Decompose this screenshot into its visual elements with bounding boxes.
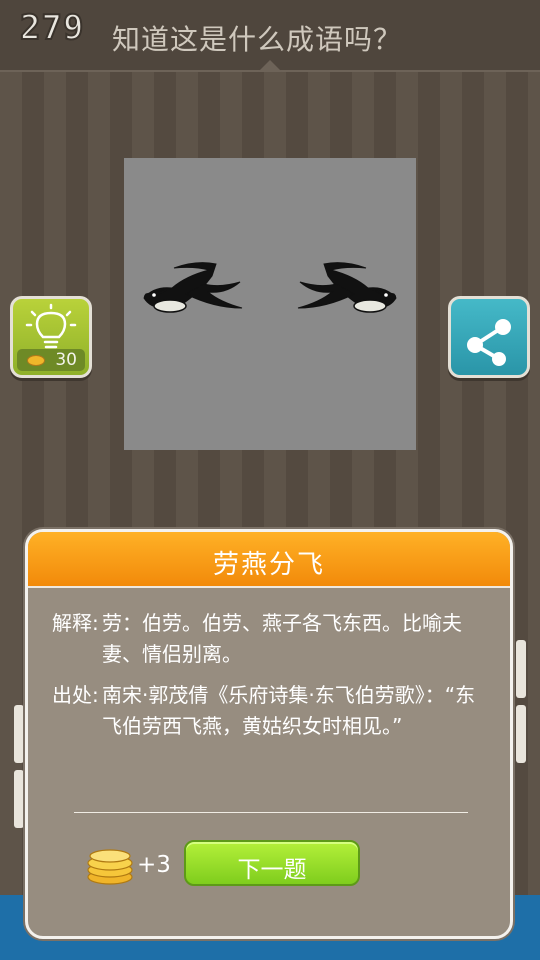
background-tab-right (516, 640, 526, 698)
background-tab-left (14, 770, 24, 828)
share-button[interactable] (448, 296, 530, 378)
share-icon (467, 319, 511, 366)
question-prompt: 知道这是什么成语吗？ (112, 23, 403, 56)
level-number: 279 (19, 7, 85, 49)
coin-stack-icon (87, 849, 133, 885)
right-swallow (297, 262, 397, 313)
puzzle-image (124, 158, 416, 450)
source-label: 出处: (52, 683, 99, 707)
next-question-button[interactable]: 下一题 (184, 840, 360, 886)
top-bar: 279 知道这是什么成语吗？ (0, 0, 540, 72)
background-tab-left (14, 705, 24, 763)
left-swallow (143, 262, 243, 313)
dialog-divider (74, 812, 468, 813)
source-text: 南宋·郭茂倩《乐府诗集·东飞伯劳歌》：“东飞伯劳西飞燕，黄姑织女时相见。” (102, 683, 476, 738)
swallows-illustration (143, 262, 397, 313)
background-tab-right (516, 705, 526, 763)
header-pointer (258, 60, 282, 72)
idiom-answer: 劳燕分飞 (212, 550, 325, 580)
definition-label: 解释: (52, 611, 99, 635)
hint-button[interactable]: 30 (10, 296, 92, 378)
definition-text: 劳：伯劳。伯劳、燕子各飞东西。比喻夫妻、情侣别离。 (102, 611, 462, 666)
dialog-title-bar: 劳燕分飞 (28, 532, 510, 588)
answer-dialog: 劳燕分飞 解释: 劳：伯劳。伯劳、燕子各飞东西。比喻夫妻、情侣别离。 出处: 南… (25, 529, 513, 939)
next-button-label: 下一题 (237, 857, 307, 883)
coin-icon (27, 355, 45, 366)
hint-cost: 30 (55, 350, 77, 370)
coin-reward: +3 (137, 852, 171, 878)
hint-cost-bar: 30 (17, 349, 85, 371)
